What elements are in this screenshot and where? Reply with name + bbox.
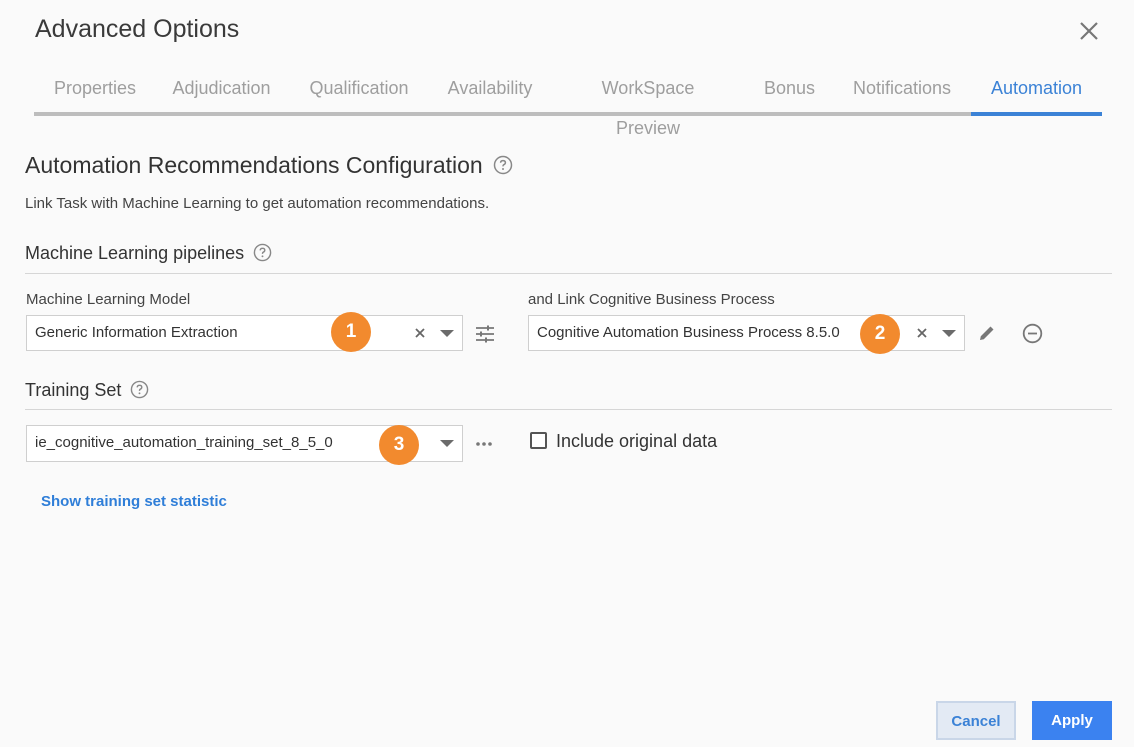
tab-qualification[interactable]: Qualification [308,68,410,112]
tab-workspace-preview[interactable]: WorkSpace Preview [569,68,727,138]
training-set-title: Training Set [25,380,149,401]
section-subtitle: Link Task with Machine Learning to get a… [25,195,490,212]
training-set-divider [25,409,1112,410]
include-original-data-checkbox[interactable] [530,432,547,449]
annotation-badge-1: 1 [331,312,371,352]
close-button[interactable] [1076,18,1102,44]
model-label: Machine Learning Model [26,291,191,308]
advanced-options-dialog: Advanced Options Properties Adjudication… [0,0,1134,747]
tab-bar-line [34,112,1102,116]
tab-availability[interactable]: Availability [446,68,534,112]
include-original-data-label[interactable]: Include original data [556,431,717,452]
training-set-more-button[interactable] [474,434,494,454]
help-icon[interactable] [253,243,272,262]
section-title: Automation Recommendations Configuration [25,152,513,179]
help-icon[interactable] [130,380,149,399]
annotation-badge-3: 3 [379,425,419,465]
pipelines-title: Machine Learning pipelines [25,243,272,264]
training-set-title-text: Training Set [25,380,122,400]
active-tab-indicator [971,112,1102,116]
pipelines-title-text: Machine Learning pipelines [25,243,245,263]
close-icon [1080,22,1098,40]
pencil-icon [980,326,994,340]
process-select-value: Cognitive Automation Business Process 8.… [537,324,840,341]
tab-notifications[interactable]: Notifications [850,68,954,112]
clear-icon[interactable] [915,326,929,340]
show-training-set-statistic-link[interactable]: Show training set statistic [41,493,227,510]
tab-automation[interactable]: Automation [971,68,1102,112]
caret-down-icon[interactable] [440,330,454,337]
help-icon[interactable] [493,155,513,175]
training-set-select-value: ie_cognitive_automation_training_set_8_5… [35,434,333,451]
sliders-icon [476,325,494,343]
remove-circle-icon [1022,323,1043,344]
model-settings-button[interactable] [474,323,496,345]
model-select[interactable]: Generic Information Extraction [26,315,463,351]
tab-bar: Properties Adjudication Qualification Av… [34,68,1102,138]
tab-adjudication[interactable]: Adjudication [171,68,272,112]
annotation-badge-2: 2 [860,314,900,354]
apply-button[interactable]: Apply [1032,701,1112,740]
clear-icon[interactable] [413,326,427,340]
caret-down-icon[interactable] [440,440,454,447]
cancel-button[interactable]: Cancel [936,701,1016,740]
dialog-title: Advanced Options [35,15,240,43]
section-title-text: Automation Recommendations Configuration [25,152,483,178]
tab-properties[interactable]: Properties [53,68,137,112]
more-horizontal-icon [476,442,492,446]
remove-pipeline-button[interactable] [1022,323,1043,344]
process-label: and Link Cognitive Business Process [528,291,775,308]
pipelines-divider [25,273,1112,274]
edit-process-button[interactable] [977,323,997,343]
caret-down-icon[interactable] [942,330,956,337]
tab-bonus[interactable]: Bonus [762,68,817,112]
